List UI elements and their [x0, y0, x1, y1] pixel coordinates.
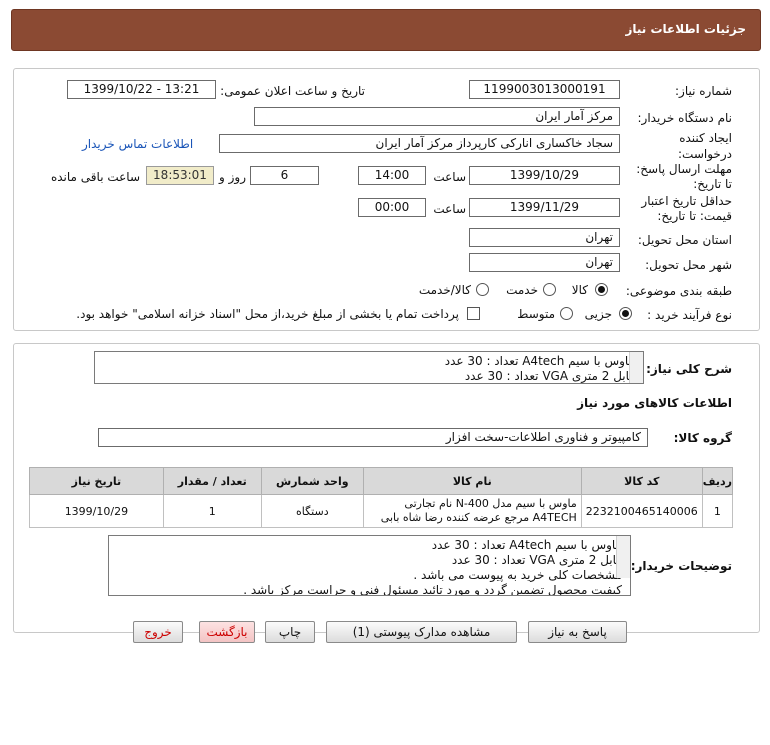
buyer-notes-line: ماوس با سیم A4tech تعداد : 30 عدد: [431, 538, 622, 552]
process-minor-radio[interactable]: [619, 307, 632, 320]
cell-qty: 1: [162, 494, 262, 528]
exit-button[interactable]: خروج: [133, 621, 183, 643]
process-medium-radio[interactable]: [560, 307, 573, 320]
summary-line: کابل 2 متری VGA تعداد : 30 عدد: [464, 369, 635, 383]
category-service-label: خدمت: [506, 283, 538, 297]
province-field: تهران: [469, 228, 620, 247]
cell-unit: دستگاه: [260, 494, 364, 528]
goods-group-field: کامپیوتر و فناوری اطلاعات-سخت افزار: [98, 428, 648, 447]
buyer-notes-line: مشخصات کلی خرید به پیوست می باشد .: [413, 568, 622, 582]
col-unit: واحد شمارش: [260, 467, 364, 495]
summary-textarea[interactable]: ماوس با سیم A4tech تعداد : 30 عدد کابل 2…: [94, 351, 644, 384]
buyer-org-label: نام دستگاه خریدار:: [637, 111, 733, 125]
send-time-label: ساعت: [433, 170, 466, 184]
treasury-payment-note: پرداخت تمام یا بخشی از مبلغ خرید،از محل …: [76, 307, 459, 321]
view-documents-button[interactable]: مشاهده مدارک پیوستی (1): [326, 621, 517, 643]
remaining-time-field: 18:53:01: [146, 166, 214, 185]
table-row: 1 2232100465140006 ماوس با سیم مدل N-400…: [29, 494, 734, 528]
send-date-field: 1399/10/29: [469, 166, 620, 185]
category-service-radio[interactable]: [543, 283, 556, 296]
requester-label: ایجاد کننده درخواست:: [678, 131, 732, 161]
page-header: جزئیات اطلاعات نیاز: [11, 9, 761, 51]
send-deadline-label: مهلت ارسال پاسخ: تا تاریخ:: [636, 162, 732, 191]
reply-button[interactable]: پاسخ به نیاز: [528, 621, 627, 643]
city-label: شهر محل تحویل:: [645, 258, 732, 272]
buyer-notes-scrollbar[interactable]: [616, 536, 630, 578]
validity-time-label: ساعت: [433, 202, 466, 216]
province-label: استان محل تحویل:: [637, 233, 732, 247]
process-label: نوع فرآیند خرید :: [647, 308, 732, 322]
category-goods-service-label: کالا/خدمت: [418, 283, 471, 297]
days-label: روز و: [219, 170, 246, 184]
col-date: تاریخ نیاز: [29, 467, 164, 495]
remaining-label: ساعت باقی مانده: [50, 170, 140, 184]
col-row: ردیف: [701, 467, 734, 495]
col-code: کد کالا: [580, 467, 703, 495]
treasury-payment-checkbox[interactable]: [467, 307, 480, 320]
buyer-notes-label: توضیحات خریدار:: [630, 559, 732, 573]
summary-label: شرح کلی نیاز:: [646, 362, 732, 376]
category-goods-radio[interactable]: [595, 283, 608, 296]
need-number-field: 1199003013000191: [469, 80, 620, 99]
category-goods-service-radio[interactable]: [476, 283, 489, 296]
items-table: ردیف کد کالا نام کالا واحد شمارش تعداد /…: [29, 467, 734, 528]
city-field: تهران: [469, 253, 620, 272]
page-title: جزئیات اطلاعات نیاز: [625, 22, 746, 36]
process-medium-label: متوسط: [517, 307, 555, 321]
announce-label: تاریخ و ساعت اعلان عمومی:: [220, 84, 365, 98]
send-time-field: 14:00: [358, 166, 426, 185]
goods-group-label: گروه کالا:: [673, 431, 732, 445]
print-button[interactable]: چاپ: [265, 621, 315, 643]
cell-row: 1: [701, 494, 734, 528]
days-field: 6: [250, 166, 319, 185]
announce-field: 1399/10/22 - 13:21: [67, 80, 216, 99]
back-button[interactable]: بازگشت: [199, 621, 255, 643]
summary-line: ماوس با سیم A4tech تعداد : 30 عدد: [444, 354, 635, 368]
cell-name: ماوس با سیم مدل N-400 نام تجارتی A4TECH …: [362, 494, 582, 528]
buyer-notes-line: کیفیت محصول تضمین گردد و مورد تائید مسئو…: [243, 583, 622, 596]
contact-buyer-link[interactable]: اطلاعات تماس خریدار: [82, 137, 193, 151]
requester-field: سجاد خاکساری انارکی کارپرداز مرکز آمار ا…: [219, 134, 620, 153]
validity-date-field: 1399/11/29: [469, 198, 620, 217]
validity-label: حداقل تاریخ اعتبار قیمت: تا تاریخ:: [641, 194, 732, 223]
category-goods-label: کالا: [571, 283, 588, 297]
process-minor-label: جزیی: [584, 307, 612, 321]
col-name: نام کالا: [362, 467, 582, 495]
buyer-org-field: مرکز آمار ایران: [254, 107, 620, 126]
buyer-notes-line: کابل 2 متری VGA تعداد : 30 عدد: [451, 553, 622, 567]
cell-code: 2232100465140006: [580, 494, 703, 528]
summary-scrollbar[interactable]: [629, 352, 643, 383]
category-label: طبقه بندی موضوعی:: [625, 284, 732, 298]
cell-date: 1399/10/29: [29, 494, 164, 528]
col-qty: تعداد / مقدار: [162, 467, 262, 495]
need-number-label: شماره نیاز:: [675, 84, 732, 98]
validity-time-field: 00:00: [358, 198, 426, 217]
buyer-notes-textarea[interactable]: ماوس با سیم A4tech تعداد : 30 عدد کابل 2…: [108, 535, 631, 596]
goods-section-title: اطلاعات کالاهای مورد نیاز: [577, 396, 732, 410]
